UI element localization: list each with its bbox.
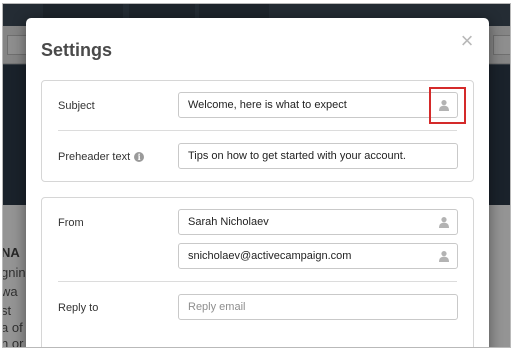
modal-title: Settings bbox=[41, 40, 113, 60]
info-icon[interactable]: i bbox=[134, 152, 145, 162]
preheader-input[interactable]: Tips on how to get started with your acc… bbox=[178, 143, 458, 169]
preheader-label: Preheader text i bbox=[58, 151, 145, 163]
preheader-label-text: Preheader text bbox=[58, 151, 131, 163]
subject-label: Subject bbox=[58, 100, 95, 112]
subject-section: Subject Welcome, here is what to expect … bbox=[41, 80, 474, 182]
person-icon[interactable] bbox=[438, 216, 450, 228]
highlight-box bbox=[429, 87, 466, 124]
from-name-input[interactable]: Sarah Nicholaev bbox=[178, 209, 458, 235]
from-email-input[interactable]: snicholaev@activecampaign.com bbox=[178, 243, 458, 269]
subject-input[interactable]: Welcome, here is what to expect bbox=[178, 92, 458, 118]
settings-modal: Settings × Subject Welcome, here is what… bbox=[26, 18, 489, 347]
section-divider bbox=[58, 281, 457, 282]
preheader-value: Tips on how to get started with your acc… bbox=[188, 150, 406, 162]
reply-to-label: Reply to bbox=[58, 302, 99, 314]
screenshot-frame: NA gnin wa st a of n or Settings × Subje… bbox=[2, 3, 511, 348]
from-name-value: Sarah Nicholaev bbox=[188, 216, 269, 228]
subject-value: Welcome, here is what to expect bbox=[188, 99, 347, 111]
reply-to-input[interactable]: Reply email bbox=[178, 294, 458, 320]
from-label: From bbox=[58, 217, 84, 229]
close-button[interactable]: × bbox=[458, 30, 476, 52]
reply-to-placeholder: Reply email bbox=[188, 301, 246, 313]
section-divider bbox=[58, 130, 457, 131]
person-icon[interactable] bbox=[438, 250, 450, 262]
sender-section: From Sarah Nicholaev snicholaev@activeca… bbox=[41, 197, 474, 347]
from-email-value: snicholaev@activecampaign.com bbox=[188, 250, 352, 262]
